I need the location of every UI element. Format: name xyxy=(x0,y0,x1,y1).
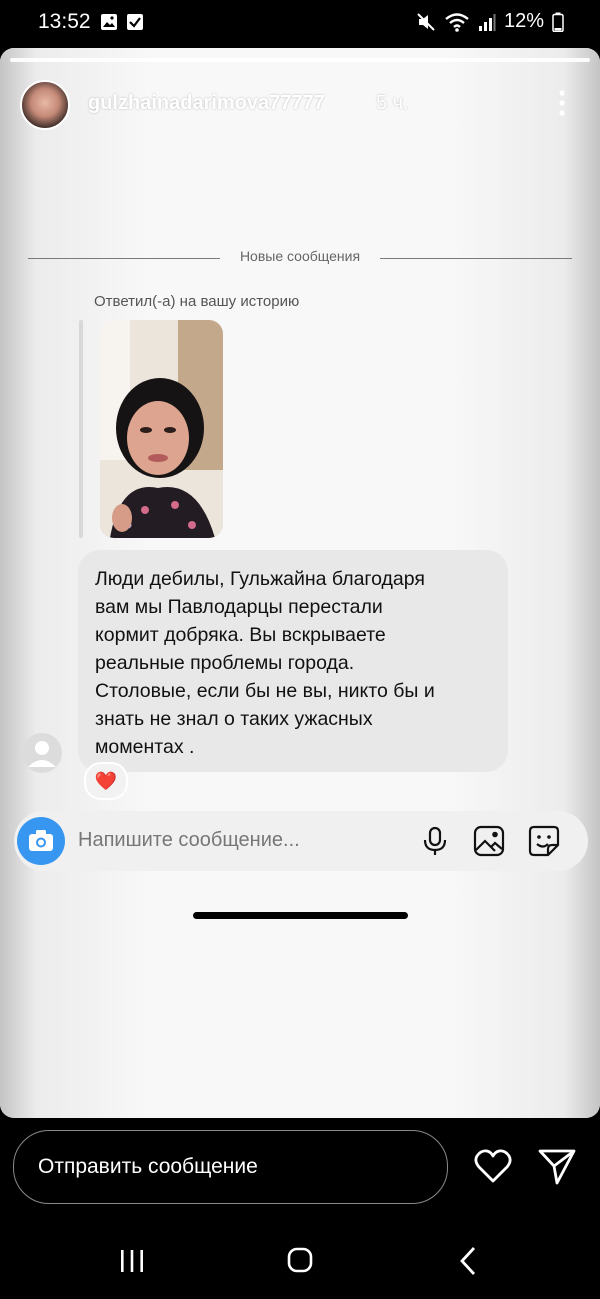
message-composer: Напишите сообщение... xyxy=(14,811,588,871)
heart-reaction[interactable]: ❤️ xyxy=(84,762,128,800)
send-message-input[interactable]: Отправить сообщение xyxy=(13,1130,448,1204)
reply-quote-bar xyxy=(79,320,83,538)
camera-button[interactable] xyxy=(17,817,65,865)
divider-left xyxy=(28,258,220,259)
heart-icon[interactable] xyxy=(473,1147,513,1185)
home-indicator xyxy=(193,912,408,919)
battery-percent: 12% xyxy=(503,10,544,32)
status-bar: 13:52 12% xyxy=(0,0,600,48)
status-right: 12% xyxy=(416,10,564,33)
default-avatar-icon xyxy=(28,741,56,767)
recents-icon[interactable] xyxy=(112,1245,152,1277)
battery-icon xyxy=(552,12,564,32)
gallery-image-icon[interactable] xyxy=(473,825,505,857)
sticker-icon[interactable] xyxy=(528,825,560,857)
divider-right xyxy=(380,258,572,259)
message-input[interactable]: Напишите сообщение... xyxy=(78,829,300,852)
camera-icon xyxy=(29,830,53,851)
send-message-placeholder: Отправить сообщение xyxy=(38,1155,258,1178)
story-thumbnail[interactable] xyxy=(100,320,223,538)
android-nav-bar xyxy=(0,1225,600,1299)
mute-icon xyxy=(417,12,435,31)
back-icon[interactable] xyxy=(449,1245,489,1277)
replied-to-story-label: Ответил(-а) на вашу историю xyxy=(94,293,300,310)
story-progress-bar xyxy=(10,58,590,62)
sender-avatar[interactable] xyxy=(22,733,62,773)
avatar[interactable] xyxy=(20,80,70,130)
checkbox-icon xyxy=(127,14,143,30)
home-icon[interactable] xyxy=(280,1245,320,1277)
send-icon[interactable] xyxy=(537,1146,577,1186)
status-time: 13:52 xyxy=(38,10,91,33)
new-messages-divider-label: Новые сообщения xyxy=(239,248,361,264)
wifi-icon xyxy=(445,12,469,32)
story-username[interactable]: gulzhainadarimova77777 xyxy=(88,92,325,115)
more-options-icon[interactable] xyxy=(554,88,570,118)
message-bubble[interactable]: Люди дебилы, Гульжайна благодаря вам мы … xyxy=(78,550,508,772)
story-time-ago: 5 ч. xyxy=(376,92,409,114)
reaction-emoji: ❤️ xyxy=(94,771,118,791)
gallery-icon xyxy=(101,14,117,30)
microphone-icon[interactable] xyxy=(419,825,451,857)
story-frame[interactable]: gulzhainadarimova77777 5 ч. Новые сообще… xyxy=(0,48,600,1118)
message-text: Люди дебилы, Гульжайна благодаря вам мы … xyxy=(95,568,435,758)
story-thumbnail-image xyxy=(100,320,223,538)
signal-icon xyxy=(478,13,496,31)
